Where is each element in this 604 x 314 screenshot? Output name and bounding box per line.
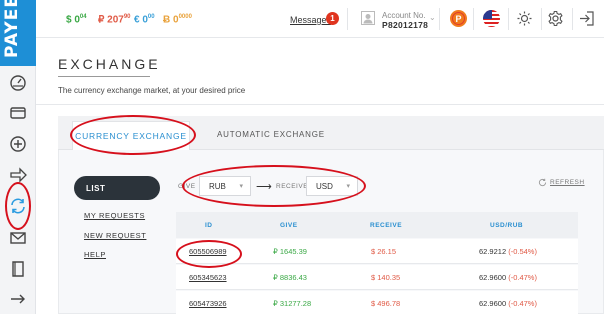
envelope-icon[interactable] [9,229,27,247]
balance-btc-symbol: Ƀ [163,14,171,26]
sun-icon[interactable] [516,10,533,27]
help-link[interactable]: HELP [84,250,106,259]
divider [473,8,474,30]
receive-label: RECEIVE [276,183,309,190]
rate-number: 62.9600 [479,299,507,308]
rate-change: (-0.47%) [508,299,537,308]
messages-count-badge: 1 [326,12,339,25]
table-row[interactable]: 605506989 ₽ 1645.39 $ 26.15 62.9212 (-0.… [176,239,578,264]
logout-icon[interactable] [578,10,595,27]
tab-currency-exchange[interactable]: CURRENCY EXCHANGE [72,121,190,150]
balance-rub-value: 207 [107,14,124,26]
refresh-button[interactable]: REFRESH [538,178,585,187]
exchange-icon[interactable] [9,197,27,215]
balance-rub[interactable]: ₽ 20790 [98,14,131,25]
balance-usd[interactable]: $ 004 [66,14,87,25]
column-header-give[interactable]: GIVE [280,222,298,229]
table-row[interactable]: 605345623 ₽ 8836.43 $ 140.35 62.9600 (-0… [176,265,578,290]
refresh-label: REFRESH [550,179,585,186]
chevron-down-icon[interactable]: ⌄ [429,13,436,22]
messages-link[interactable]: Messages [290,15,331,25]
give-amount: ₽ 31277.28 [273,299,312,308]
balance-rub-symbol: ₽ [98,14,105,26]
page-subtitle: The currency exchange market, at your de… [58,86,246,95]
tab-automatic-exchange[interactable]: AUTOMATIC EXCHANGE [217,130,325,139]
divider [572,8,573,30]
payeer-coin-icon[interactable]: P [450,10,467,27]
chevron-down-icon: ▾ [346,183,350,190]
wallet-icon[interactable] [9,104,27,122]
order-id-link[interactable]: 605345623 [189,273,227,282]
top-bar: $ 004 ₽ 20790 € 000 Ƀ 00000 Messages 1 A… [36,0,604,38]
rate-change: (-0.54%) [508,247,537,256]
divider [36,104,604,105]
refresh-icon [538,178,547,187]
give-amount: ₽ 1645.39 [273,247,307,256]
balance-eur-cents: 00 [147,14,155,20]
table-row[interactable]: 605473926 ₽ 31277.28 $ 496.78 62.9600 (-… [176,291,578,314]
rate-change: (-0.47%) [508,273,537,282]
account-number[interactable]: P82012178 [382,20,428,30]
give-currency-value: RUB [209,181,226,191]
rate-number: 62.9212 [479,247,507,256]
rate-value: 62.9212 (-0.54%) [479,247,537,256]
column-header-rate[interactable]: USD/RUB [490,222,523,229]
gear-icon[interactable] [547,10,564,27]
receive-amount: $ 140.35 [371,273,401,282]
receive-currency-value: USD [316,181,333,191]
arrow-right-icon[interactable] [9,166,27,184]
rate-number: 62.9600 [479,273,507,282]
balance-usd-symbol: $ [66,14,72,26]
list-button[interactable]: LIST [74,176,160,200]
balance-eur-symbol: € [134,14,140,26]
balance-usd-cents: 04 [79,14,87,20]
divider [347,8,348,30]
book-icon[interactable] [9,260,27,278]
balance-btc-cents: 0000 [178,14,192,20]
title-underline [58,76,150,77]
balance-eur[interactable]: € 000 [134,14,155,25]
rate-value: 62.9600 (-0.47%) [479,273,537,282]
give-label: GIVE [178,183,196,190]
balance-rub-cents: 90 [123,14,131,20]
divider [541,8,542,30]
user-icon [361,11,375,25]
new-request-link[interactable]: NEW REQUEST [84,231,146,240]
plus-circle-icon[interactable] [9,135,27,153]
divider [508,8,509,30]
us-flag-icon[interactable] [483,10,500,27]
brand-logo[interactable]: PAYEE [0,0,36,66]
my-requests-link[interactable]: MY REQUESTS [84,211,145,220]
divider [439,8,440,30]
left-rail: PAYEE [0,0,36,314]
column-header-id[interactable]: ID [205,222,213,229]
balance-btc[interactable]: Ƀ 00000 [163,14,192,25]
page-title: EXCHANGE [58,56,161,72]
arrow-right-icon: ⟶ [256,181,272,193]
table-header: ID GIVE RECEIVE USD/RUB [176,212,578,238]
rate-value: 62.9600 (-0.47%) [479,299,537,308]
give-currency-select[interactable]: RUB ▾ [199,176,251,196]
column-header-receive[interactable]: RECEIVE [370,222,402,229]
brand-logo-text: PAYEE [2,0,22,58]
order-id-link[interactable]: 605506989 [189,247,227,256]
give-amount: ₽ 8836.43 [273,273,307,282]
chevron-down-icon: ▾ [239,183,243,190]
order-id-link[interactable]: 605473926 [189,299,227,308]
receive-amount: $ 26.15 [371,247,397,256]
receive-currency-select[interactable]: USD ▾ [306,176,358,196]
dashboard-icon[interactable] [9,74,27,92]
arrow-right-long-icon[interactable] [9,290,27,308]
receive-amount: $ 496.78 [371,299,401,308]
account-label: Account No. [382,11,426,20]
